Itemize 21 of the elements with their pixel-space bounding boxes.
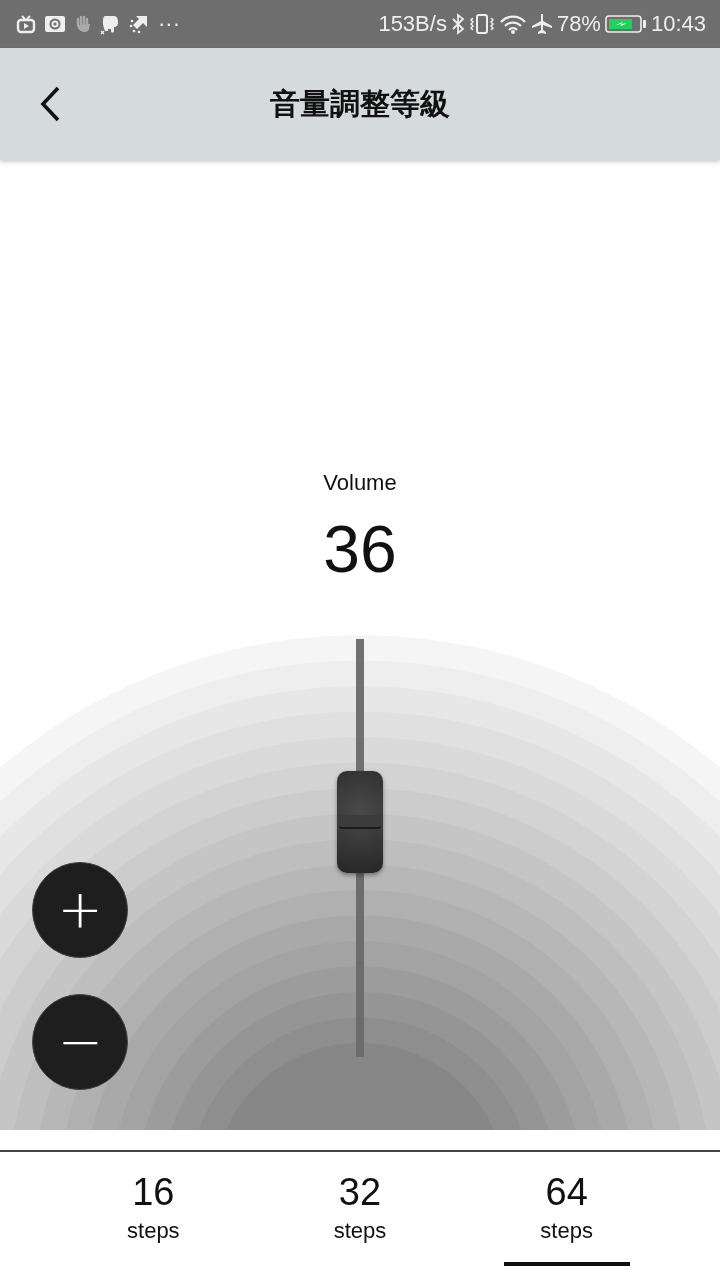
step-tab[interactable]: 64 steps	[503, 1152, 630, 1266]
radio-icon	[44, 15, 66, 33]
step-tab[interactable]: 32 steps	[297, 1152, 423, 1266]
arrow-icon	[128, 13, 150, 35]
hand-icon	[74, 15, 92, 33]
volume-label: Volume	[323, 470, 397, 496]
tv-icon	[16, 14, 36, 34]
network-speed: 153B/s	[378, 11, 447, 37]
clock: 10:43	[650, 11, 706, 37]
airplane-icon	[530, 13, 553, 35]
page-title: 音量調整等級	[270, 85, 450, 122]
step-tab[interactable]: 16 steps	[90, 1152, 217, 1266]
battery-icon	[604, 14, 647, 34]
wifi-icon	[498, 13, 527, 35]
back-icon	[38, 85, 62, 123]
battery-percent: 78%	[556, 11, 601, 37]
slider-thumb[interactable]	[337, 770, 383, 873]
more-indicator: ···	[158, 11, 180, 37]
vibrate-icon	[468, 13, 495, 35]
volume-value: 36	[323, 516, 397, 582]
bluetooth-icon	[450, 13, 465, 35]
